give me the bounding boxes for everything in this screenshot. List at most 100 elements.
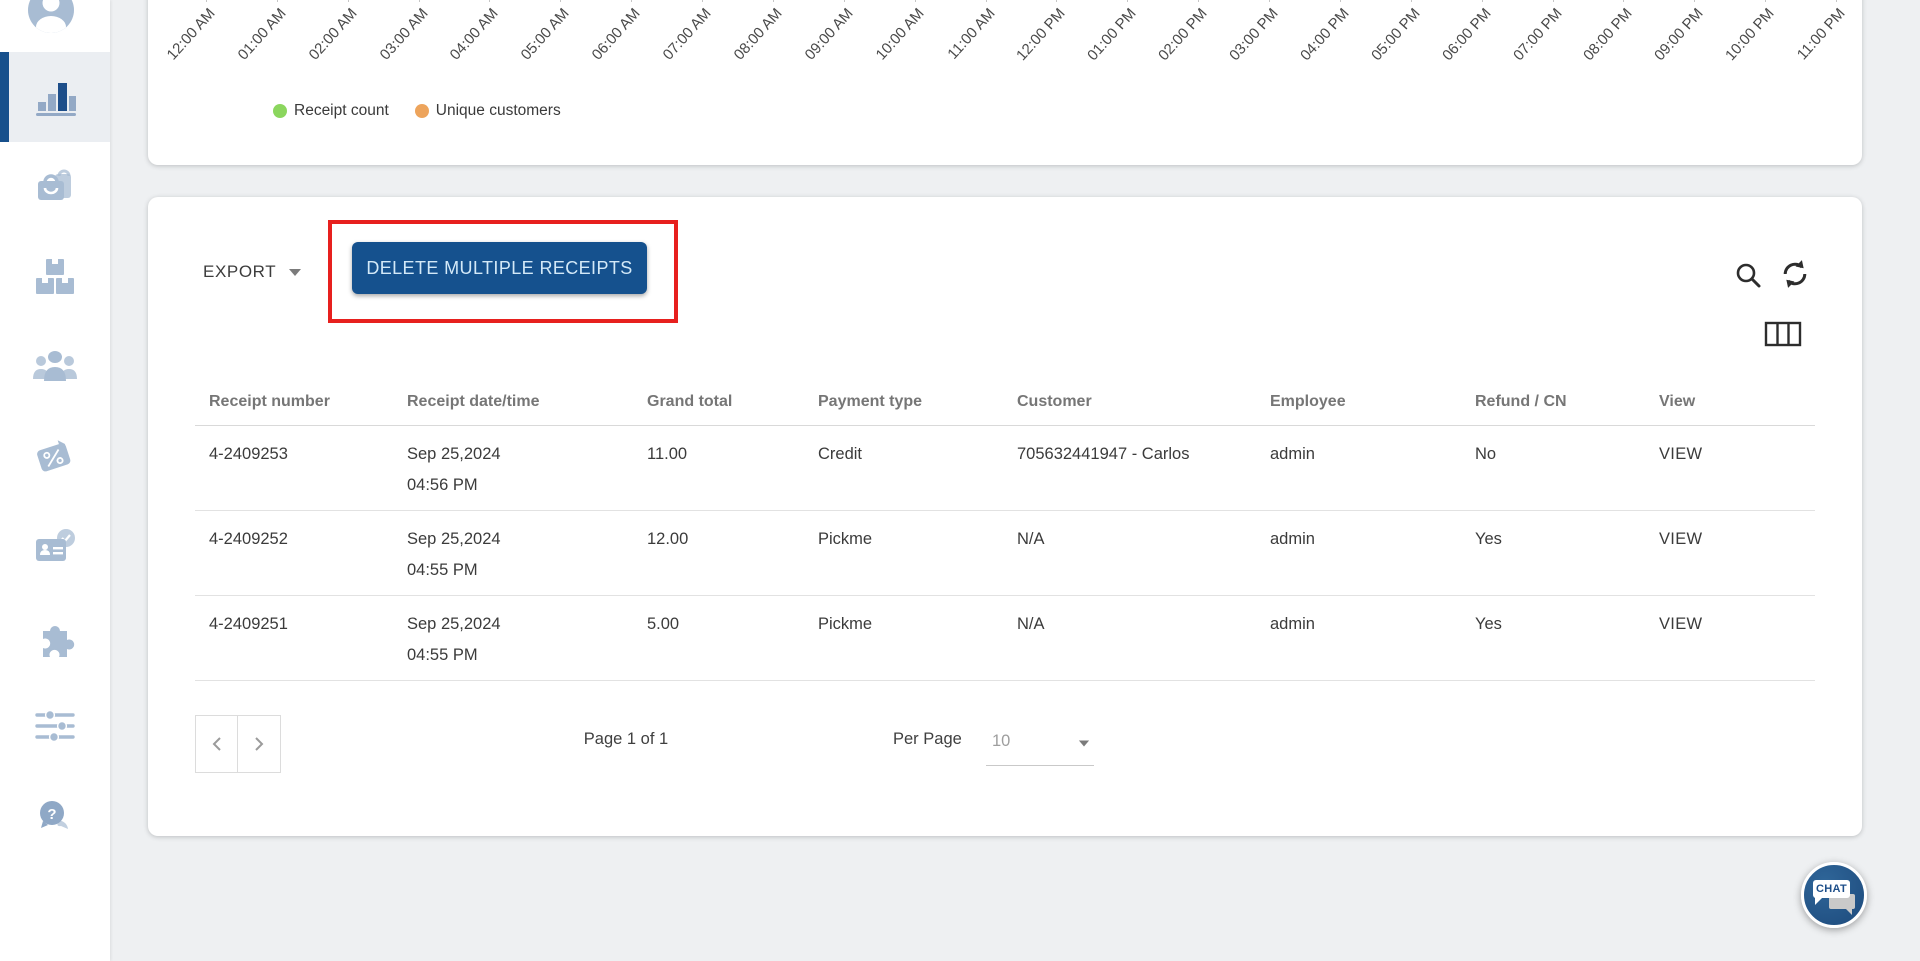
column-visibility-button[interactable] bbox=[1764, 321, 1802, 350]
chevron-down-icon bbox=[289, 268, 302, 276]
receipts-table-card: EXPORT DELETE MULTIPLE RECEIPTS Receipt bbox=[148, 197, 1862, 836]
inventory-boxes-icon bbox=[36, 259, 74, 294]
column-header: View bbox=[1659, 392, 1696, 410]
column-header: Receipt number bbox=[209, 392, 330, 410]
x-axis-label: 06:00 AM bbox=[588, 5, 644, 64]
x-axis-label: 10:00 PM bbox=[1722, 5, 1778, 65]
sidebar-item-customers[interactable] bbox=[0, 322, 110, 412]
grand-total-cell: 11.00 bbox=[647, 445, 688, 463]
x-axis-tick bbox=[1481, 0, 1483, 2]
customer-cell: N/A bbox=[1017, 615, 1045, 633]
sidebar-item-help[interactable]: ? bbox=[0, 772, 110, 862]
user-avatar[interactable] bbox=[0, 0, 110, 52]
sidebar-item-employees[interactable] bbox=[0, 502, 110, 592]
x-axis-label: 03:00 PM bbox=[1226, 5, 1282, 65]
receipts-table: Receipt number Receipt date/time Grand t… bbox=[195, 377, 1815, 681]
sidebar-item-settings[interactable] bbox=[0, 682, 110, 772]
sidebar-item-sales[interactable] bbox=[0, 142, 110, 232]
column-header: Refund / CN bbox=[1475, 392, 1567, 410]
receipt-number-cell: 4-2409251 bbox=[209, 615, 288, 633]
sidebar-item-discounts[interactable] bbox=[0, 412, 110, 502]
grand-total-cell: 12.00 bbox=[647, 530, 689, 548]
per-page-select[interactable]: 10 bbox=[986, 724, 1094, 766]
x-axis-label: 01:00 AM bbox=[234, 5, 290, 64]
sidebar-item-inventory[interactable] bbox=[0, 232, 110, 322]
x-axis-label: 12:00 PM bbox=[1013, 5, 1070, 65]
receipt-date: Sep 25,2024 bbox=[407, 445, 501, 463]
x-axis-tick bbox=[1410, 0, 1412, 2]
per-page-label: Per Page bbox=[893, 730, 962, 748]
x-axis-label: 11:00 PM bbox=[1793, 5, 1849, 64]
analytics-bar-chart-icon bbox=[36, 83, 76, 116]
chat-button[interactable]: CHAT bbox=[1801, 862, 1867, 928]
refund-cn-cell: Yes bbox=[1475, 530, 1502, 548]
refresh-button[interactable] bbox=[1780, 259, 1810, 292]
receipt-time: 04:55 PM bbox=[407, 646, 478, 664]
x-axis-tick bbox=[276, 0, 278, 2]
chat-bubble-icon: CHAT bbox=[1813, 880, 1850, 905]
view-link[interactable]: VIEW bbox=[1645, 426, 1815, 470]
refund-cn-cell: No bbox=[1475, 445, 1497, 463]
legend-item-receipt-count[interactable]: Receipt count bbox=[273, 102, 389, 120]
legend-dot-green bbox=[273, 104, 287, 118]
x-axis-tick bbox=[1127, 0, 1129, 2]
view-link[interactable]: VIEW bbox=[1645, 596, 1815, 640]
x-axis-label: 07:00 PM bbox=[1509, 5, 1566, 65]
x-axis-tick bbox=[631, 0, 633, 2]
column-header: Receipt date/time bbox=[407, 392, 540, 410]
column-visibility-icon bbox=[1764, 321, 1802, 347]
customers-people-icon bbox=[33, 351, 77, 381]
next-page-button[interactable] bbox=[238, 715, 281, 773]
discounts-tag-icon bbox=[37, 440, 71, 472]
x-axis-tick bbox=[1269, 0, 1271, 2]
legend-item-unique-customers[interactable]: Unique customers bbox=[414, 102, 561, 120]
x-axis-tick bbox=[489, 0, 491, 2]
x-axis-label: 05:00 AM bbox=[517, 5, 573, 64]
export-button[interactable]: EXPORT bbox=[203, 253, 302, 291]
search-button[interactable] bbox=[1733, 260, 1763, 293]
receipt-number-cell: 4-2409253 bbox=[209, 445, 288, 463]
x-axis-tick bbox=[418, 0, 420, 2]
refresh-icon bbox=[1783, 260, 1807, 288]
x-axis-tick bbox=[1836, 0, 1837, 2]
per-page-value: 10 bbox=[992, 732, 1011, 750]
view-link[interactable]: VIEW bbox=[1645, 511, 1815, 555]
x-axis-label: 02:00 PM bbox=[1155, 5, 1211, 65]
sidebar-item-analytics[interactable] bbox=[0, 52, 110, 142]
x-axis-tick bbox=[702, 0, 704, 2]
refund-cn-cell: Yes bbox=[1475, 615, 1502, 633]
x-axis-label: 04:00 AM bbox=[447, 5, 503, 64]
x-axis-label: 07:00 AM bbox=[659, 5, 715, 64]
x-axis-label: 08:00 PM bbox=[1580, 5, 1637, 65]
chevron-down-icon bbox=[1078, 740, 1090, 747]
previous-page-button[interactable] bbox=[195, 715, 238, 773]
grand-total-cell: 5.00 bbox=[647, 615, 680, 633]
x-axis-tick bbox=[1552, 0, 1554, 2]
payment-type-cell: Pickme bbox=[818, 615, 873, 633]
receipt-datetime-cell: Sep 25,2024 04:56 PM bbox=[393, 426, 633, 501]
column-header: Employee bbox=[1270, 392, 1346, 410]
delete-multiple-receipts-button[interactable]: DELETE MULTIPLE RECEIPTS bbox=[352, 242, 647, 294]
employee-cell: admin bbox=[1270, 530, 1315, 548]
x-axis-tick bbox=[1694, 0, 1696, 2]
column-header: Grand total bbox=[647, 392, 733, 410]
user-avatar-icon bbox=[28, 0, 74, 33]
employees-badge-icon bbox=[36, 529, 75, 561]
receipt-time: 04:55 PM bbox=[407, 561, 478, 579]
table-row: 4-2409252 Sep 25,2024 04:55 PM 12.00 Pic… bbox=[195, 511, 1815, 596]
receipt-date: Sep 25,2024 bbox=[407, 530, 501, 548]
x-axis-tick bbox=[843, 0, 845, 2]
x-axis-label: 04:00 PM bbox=[1296, 5, 1353, 65]
receipt-date: Sep 25,2024 bbox=[407, 615, 501, 633]
customer-cell: N/A bbox=[1017, 530, 1045, 548]
settings-sliders-icon bbox=[35, 709, 75, 743]
sidebar-item-integrations[interactable] bbox=[0, 592, 110, 682]
chart-legend: Receipt count Unique customers bbox=[273, 102, 561, 120]
export-label: EXPORT bbox=[203, 262, 277, 281]
legend-label: Unique customers bbox=[435, 102, 561, 119]
pagination-buttons bbox=[195, 715, 281, 773]
help-question-icon: ? bbox=[40, 801, 68, 829]
search-icon bbox=[1736, 263, 1761, 288]
integrations-puzzle-icon bbox=[43, 626, 75, 657]
x-axis-label: 01:00 PM bbox=[1084, 5, 1140, 65]
